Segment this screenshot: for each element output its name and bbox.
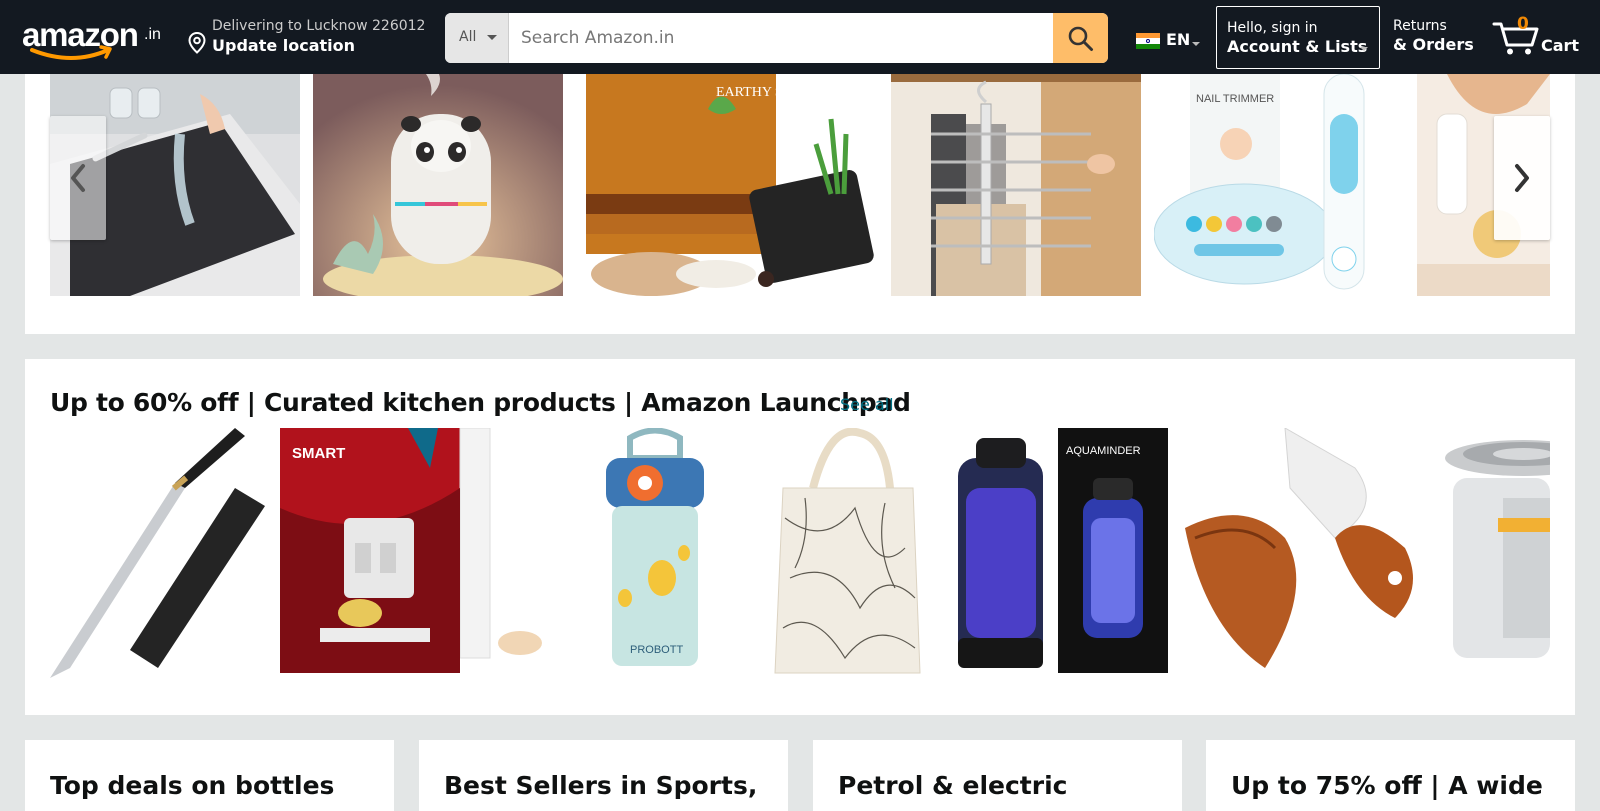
product-image (50, 428, 265, 678)
logo-tld: .in (144, 26, 161, 43)
product-pant-hanger[interactable] (891, 74, 1141, 296)
product-image: SMART (280, 428, 545, 678)
cart-label: Cart (1541, 36, 1580, 55)
account-menu[interactable]: Hello, sign in Account & Lists (1216, 6, 1380, 69)
search-icon (1068, 26, 1093, 51)
deals-card-electronics[interactable]: Up to 75% off | A wide range of electron… (1206, 740, 1575, 811)
product-image (891, 74, 1141, 296)
product-image (765, 428, 930, 678)
product-kitchen-knife[interactable] (50, 428, 265, 678)
see-all-link[interactable]: See all (840, 395, 894, 414)
product-image (1185, 428, 1430, 678)
amazon-logo[interactable]: amazon .in (22, 14, 164, 64)
account-lists-label: Account & Lists (1227, 37, 1368, 56)
card-title: Petrol & electric vehicles for motor (838, 771, 1095, 811)
orders-label: & Orders (1393, 35, 1474, 54)
product-image (1443, 428, 1550, 678)
bottle-brand-text: PROBOTT (630, 644, 683, 656)
product-earthy-sapo-soap[interactable]: EARTHY SAPO (576, 74, 878, 296)
caret-down-icon (1360, 47, 1368, 51)
product-carousel: EARTHY SAPO NAIL TRIMMER (50, 74, 1550, 296)
product-image: AQUAMINDER (958, 428, 1173, 678)
cart-count: 0 (1517, 14, 1529, 34)
search-button[interactable] (1053, 13, 1108, 63)
trimmer-label-text: NAIL TRIMMER (1196, 93, 1274, 105)
chevron-left-icon (71, 164, 85, 192)
card-title: Up to 75% off | A wide range of electron… (1231, 771, 1544, 811)
product-steel-container[interactable] (1443, 428, 1550, 678)
carousel-next-button[interactable] (1494, 116, 1550, 240)
caret-down-icon (487, 35, 497, 40)
search-category-label: All (459, 29, 477, 45)
product-baby-nail-trimmer[interactable]: NAIL TRIMMER (1154, 74, 1404, 296)
product-panda-humidifier[interactable] (313, 74, 563, 296)
update-location-link: Update location (212, 36, 356, 55)
india-flag-icon (1136, 33, 1160, 49)
product-image: NAIL TRIMMER (1154, 74, 1404, 296)
product-image: EARTHY SAPO (576, 74, 878, 296)
cart-icon (1492, 22, 1539, 55)
section-title: Up to 60% off | Curated kitchen products… (50, 388, 911, 417)
account-greeting: Hello, sign in (1227, 20, 1318, 36)
kitchen-product-carousel: SMART PROBOTT AQUAMINDER (50, 428, 1550, 678)
returns-orders-link[interactable]: Returns & Orders (1393, 18, 1474, 54)
logo-smile-icon (30, 45, 112, 60)
chevron-right-icon (1515, 164, 1529, 192)
cart-button[interactable]: 0 Cart (1492, 12, 1592, 62)
card-title: Top deals on bottles fom Small business (50, 771, 335, 811)
purifier-brand-text: SMART (292, 445, 345, 462)
deals-card-sports[interactable]: Best Sellers in Sports, Fitness & Outdoo… (419, 740, 788, 811)
search-bar: All (445, 13, 1108, 63)
location-pin-icon (188, 32, 206, 54)
search-input[interactable] (509, 13, 1053, 63)
top-nav-bar: amazon .in Delivering to Lucknow 226012 … (0, 0, 1600, 74)
returns-label: Returns (1393, 18, 1447, 34)
language-label: EN (1166, 30, 1191, 49)
product-smart-bottle[interactable]: AQUAMINDER (958, 428, 1173, 678)
delivery-location-text: Delivering to Lucknow 226012 (212, 18, 426, 34)
language-selector[interactable]: EN (1136, 30, 1202, 54)
carousel-prev-button[interactable] (50, 116, 106, 240)
deals-card-bottles[interactable]: Top deals on bottles fom Small business (25, 740, 394, 811)
soap-brand-text: EARTHY SAPO (716, 85, 811, 100)
product-wooden-knife[interactable] (1185, 428, 1430, 678)
aquaminder-brand-text: AQUAMINDER (1066, 445, 1141, 457)
product-kids-bottle[interactable]: PROBOTT (560, 428, 750, 678)
product-water-purifier[interactable]: SMART (280, 428, 545, 678)
card-title: Best Sellers in Sports, Fitness & Outdoo… (444, 771, 758, 811)
search-category-dropdown[interactable]: All (445, 13, 509, 63)
caret-down-icon (1192, 42, 1200, 46)
product-image: PROBOTT (560, 428, 750, 678)
product-image (313, 74, 563, 296)
product-lunch-bag[interactable] (765, 428, 930, 678)
deals-card-vehicles[interactable]: Petrol & electric vehicles for motor (813, 740, 1182, 811)
